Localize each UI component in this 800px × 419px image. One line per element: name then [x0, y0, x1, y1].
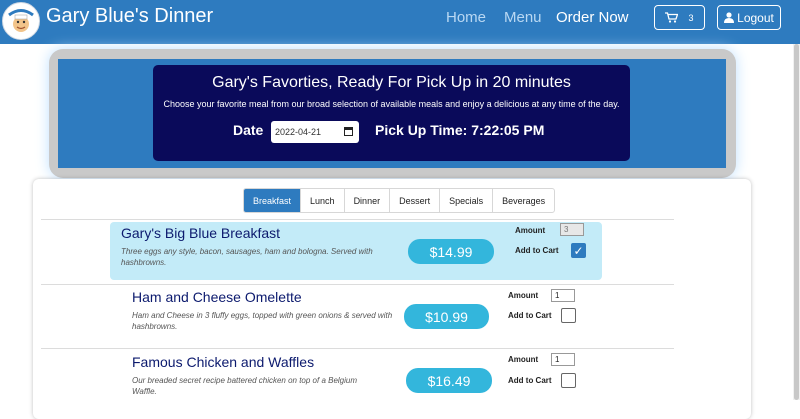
tab-beverages[interactable]: Beverages	[493, 189, 554, 212]
nav-menu[interactable]: Menu	[504, 9, 542, 26]
logout-button[interactable]: Logout	[717, 5, 781, 30]
item-name: Ham and Cheese Omelette	[132, 289, 302, 305]
date-label: Date	[233, 122, 264, 138]
hero-info-box: Gary's Favorties, Ready For Pick Up in 2…	[153, 65, 630, 161]
tab-dessert[interactable]: Dessert	[390, 189, 441, 212]
item-description: Three eggs any style, bacon, sausages, h…	[121, 247, 373, 267]
item-description: Ham and Cheese in 3 fluffy eggs, topped …	[132, 311, 393, 331]
logout-label: Logout	[737, 10, 774, 25]
cart-count-badge: 3	[688, 12, 694, 23]
menu-card: Breakfast Lunch Dinner Dessert Specials …	[33, 179, 751, 419]
item-price-button[interactable]: $14.99	[408, 239, 494, 264]
menu-tabs: Breakfast Lunch Dinner Dessert Specials …	[243, 188, 556, 213]
calendar-icon[interactable]	[344, 127, 353, 136]
add-to-cart-label: Add to Cart	[508, 311, 552, 320]
add-to-cart-checkbox[interactable]	[561, 373, 576, 388]
add-to-cart-label: Add to Cart	[515, 246, 559, 255]
pickup-time: Pick Up Time: 7:22:05 PM	[375, 122, 545, 138]
amount-input[interactable]: 1	[551, 353, 575, 366]
item-name: Gary's Big Blue Breakfast	[121, 225, 281, 241]
hero-banner: Gary's Favorties, Ready For Pick Up in 2…	[58, 59, 726, 168]
checkmark-icon: ✓	[573, 243, 584, 258]
tab-lunch[interactable]: Lunch	[301, 189, 345, 212]
add-to-cart-checkbox[interactable]	[561, 308, 576, 323]
date-input[interactable]: 2022-04-21	[271, 121, 359, 143]
shopping-cart-icon	[665, 12, 679, 23]
nav-home[interactable]: Home	[446, 9, 486, 26]
item-name: Famous Chicken and Waffles	[132, 354, 315, 370]
amount-input[interactable]: 3	[560, 223, 584, 236]
gary-blues-logo[interactable]	[2, 2, 40, 40]
scrollbar-thumb[interactable]	[794, 44, 799, 400]
page-scrollbar[interactable]	[793, 44, 800, 400]
item-price-button[interactable]: $16.49	[406, 368, 492, 393]
tab-breakfast[interactable]: Breakfast	[244, 189, 302, 212]
tab-specials[interactable]: Specials	[440, 189, 494, 212]
navbar: Gary Blue's Dinner Home Menu Order Now 3…	[0, 0, 800, 44]
brand-title[interactable]: Gary Blue's Dinner	[46, 5, 213, 28]
hero-subtitle: Choose your favorite meal from our broad…	[163, 99, 620, 109]
amount-input[interactable]: 1	[551, 289, 575, 302]
amount-label: Amount	[515, 226, 546, 235]
hero-banner-frame: Gary's Favorties, Ready For Pick Up in 2…	[49, 49, 736, 178]
amount-label: Amount	[508, 291, 539, 300]
menu-item-row: Gary's Big Blue Breakfast Three eggs any…	[110, 222, 602, 280]
tab-dinner[interactable]: Dinner	[345, 189, 391, 212]
item-description: Our breaded secret recipe battered chick…	[132, 376, 358, 396]
divider	[41, 219, 674, 220]
add-to-cart-checkbox[interactable]: ✓	[571, 243, 586, 258]
user-icon	[724, 12, 735, 23]
menu-item-row: Famous Chicken and Waffles Our breaded s…	[110, 349, 602, 399]
amount-label: Amount	[508, 355, 539, 364]
menu-item-row: Ham and Cheese Omelette Ham and Cheese i…	[110, 285, 602, 345]
hero-title: Gary's Favorties, Ready For Pick Up in 2…	[212, 74, 571, 91]
item-price-button[interactable]: $10.99	[404, 304, 489, 329]
nav-order-now[interactable]: Order Now	[556, 9, 629, 26]
cart-button[interactable]: 3	[654, 5, 705, 30]
date-value: 2022-04-21	[275, 127, 322, 137]
add-to-cart-label: Add to Cart	[508, 376, 552, 385]
